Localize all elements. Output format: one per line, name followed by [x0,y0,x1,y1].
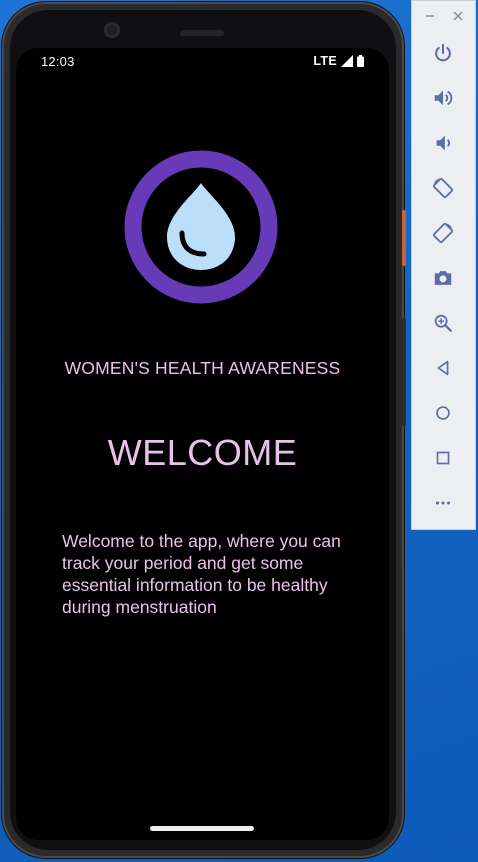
app-subtitle: WOMEN'S HEALTH AWARENESS [64,358,341,378]
status-icons: LTE [313,54,364,68]
camera-icon [434,271,452,285]
back-button[interactable] [428,353,458,383]
more-button[interactable] [428,488,458,518]
rotate-right-button[interactable] [428,218,458,248]
gesture-nav-handle[interactable] [150,826,254,831]
phone-screen: 12:03 LTE WOMEN'S HEALTH AWARENESS WELCO… [16,48,389,840]
rotate-left-icon [432,177,454,199]
status-time: 12:03 [41,54,75,69]
overview-button[interactable] [428,443,458,473]
earpiece-speaker [180,30,224,36]
rotate-left-button[interactable] [428,173,458,203]
front-camera [104,22,120,38]
back-icon [437,360,449,376]
volume-up-button[interactable] [428,83,458,113]
minimize-icon[interactable] [423,9,437,23]
water-drop-logo-icon [124,150,278,304]
power-button[interactable] [428,38,458,68]
welcome-description: Welcome to the app, where you can track … [62,531,341,617]
emulator-toolbar [411,0,476,530]
zoom-icon [434,314,452,332]
signal-icon [341,55,353,67]
welcome-heading: WELCOME [107,432,298,473]
phone-power-button[interactable] [402,210,406,266]
volume-down-button[interactable] [428,128,458,158]
network-type: LTE [313,54,337,68]
home-icon [436,406,450,420]
zoom-button[interactable] [428,308,458,338]
status-bar: 12:03 LTE [16,48,389,76]
power-icon [435,43,451,62]
rotate-right-icon [432,222,454,244]
more-icon [435,501,451,505]
volume-up-icon [434,90,453,106]
screenshot-button[interactable] [428,263,458,293]
overview-icon [436,451,450,465]
battery-icon [357,55,364,67]
close-icon[interactable] [451,9,465,23]
home-button[interactable] [428,398,458,428]
phone-volume-button[interactable] [402,318,406,426]
volume-down-icon [436,135,450,151]
emulator-window-controls [412,1,475,33]
